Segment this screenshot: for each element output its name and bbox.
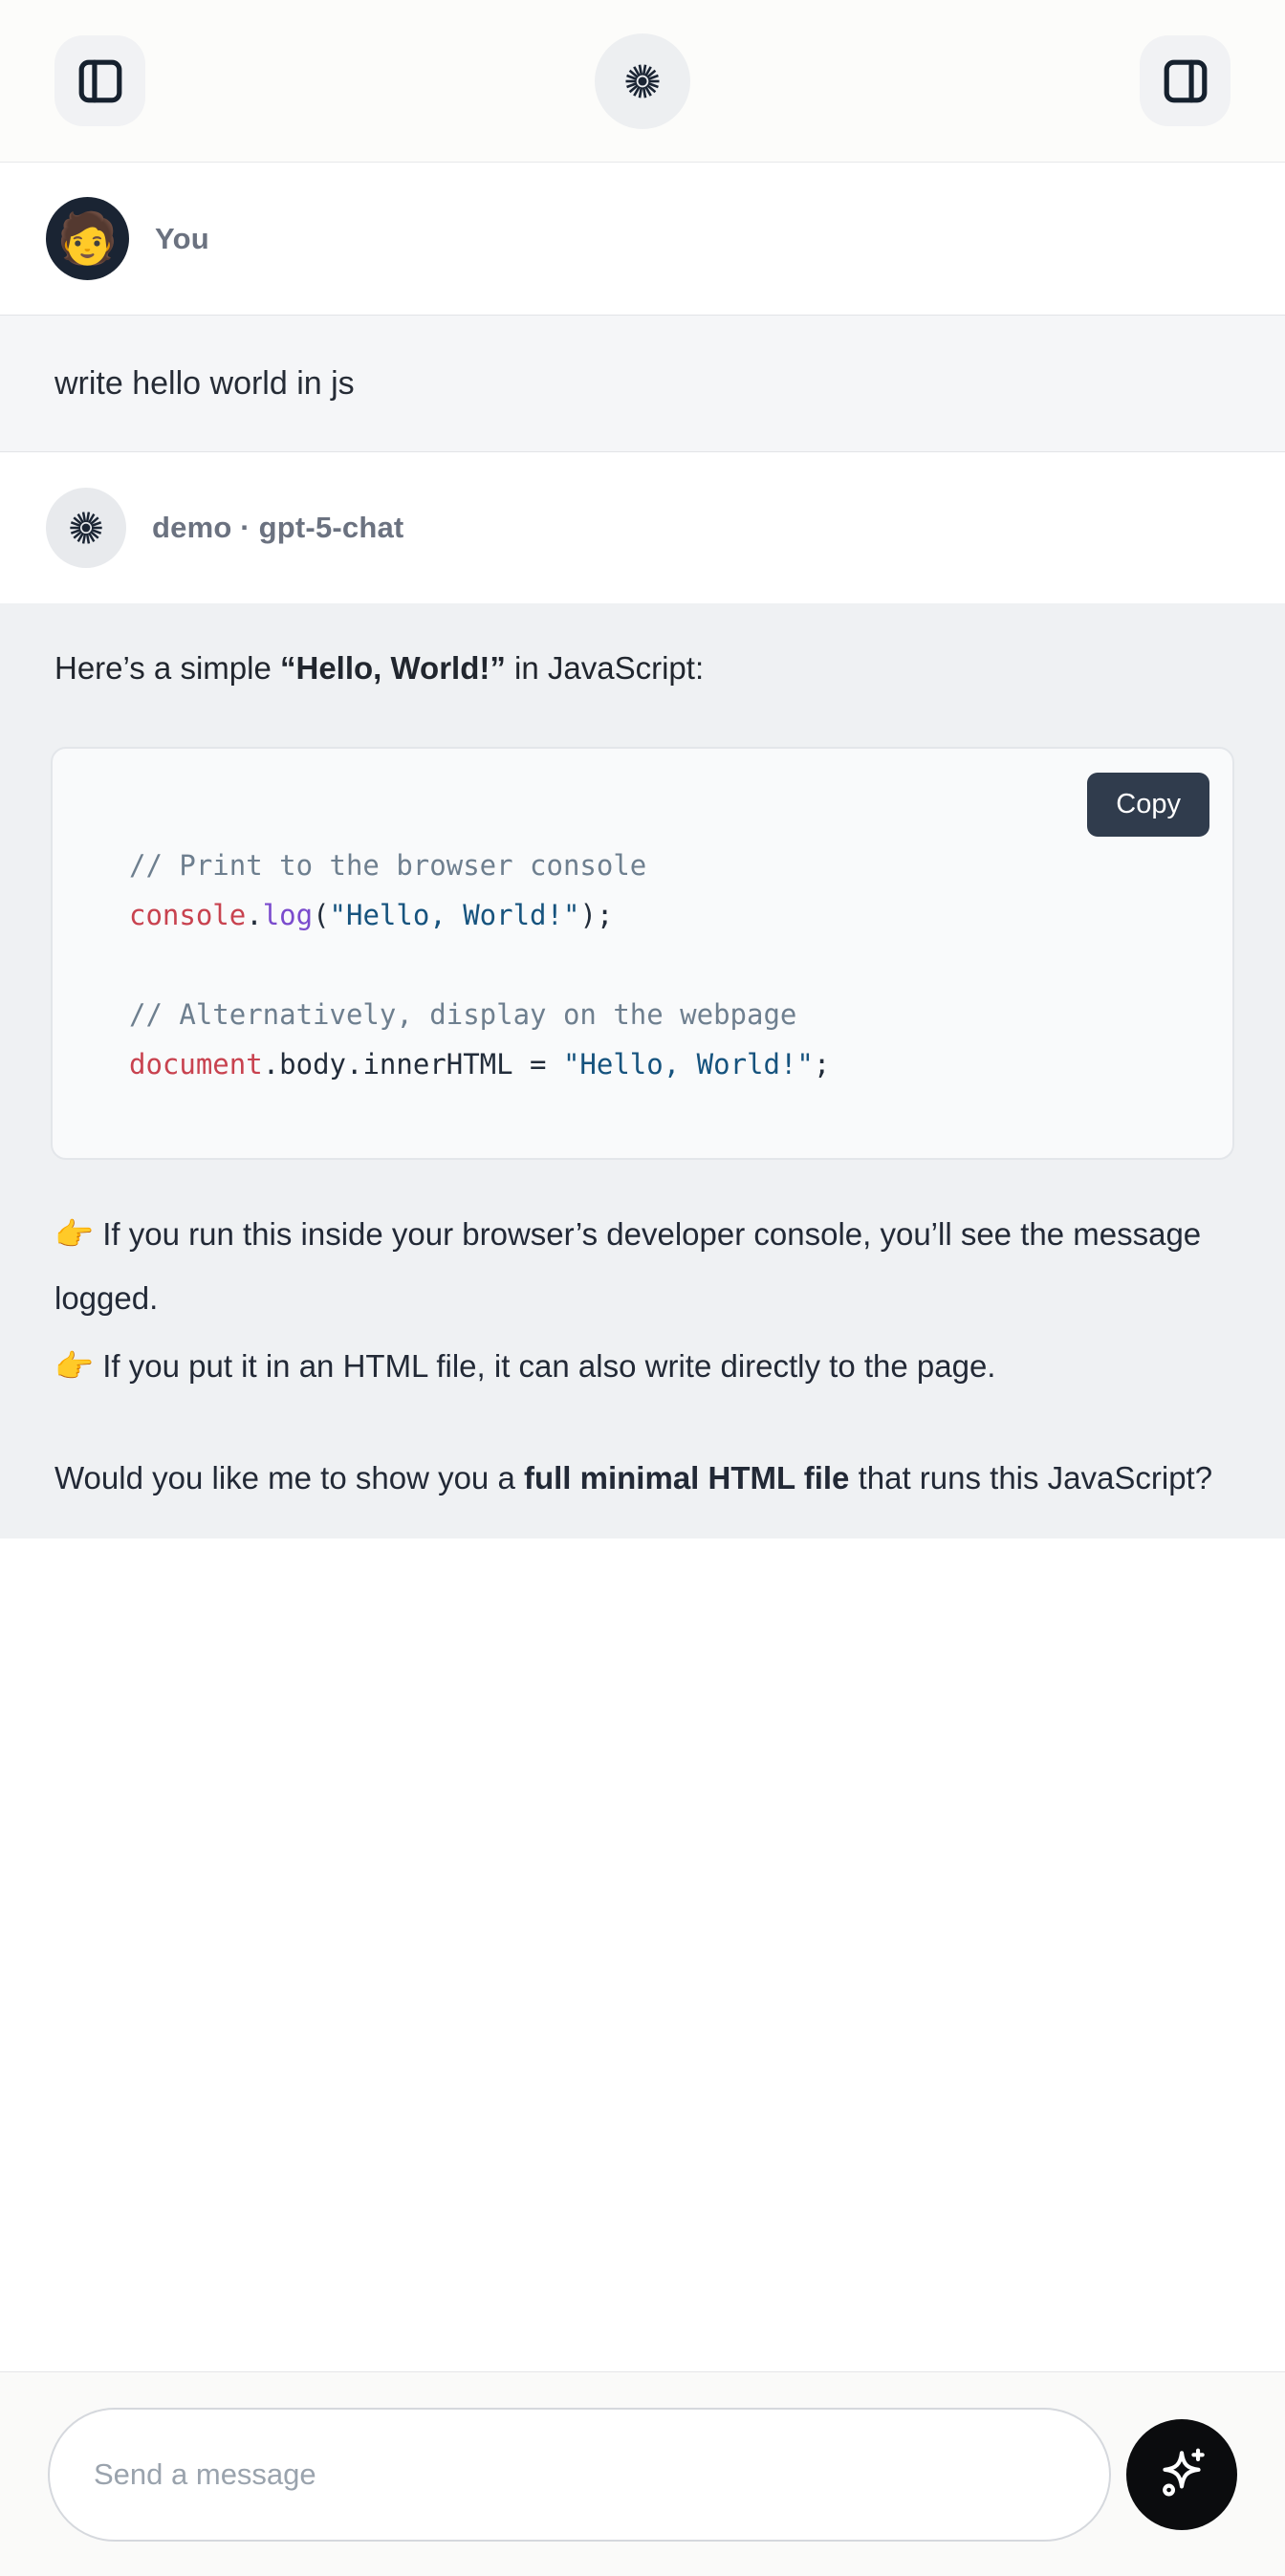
response-intro: Here’s a simple “Hello, World!” in JavaS… bbox=[54, 647, 1231, 689]
code-content: // Print to the browser consoleconsole.l… bbox=[53, 749, 1232, 1158]
top-bar bbox=[0, 0, 1285, 163]
response-paragraph: 👉 If you put it in an HTML file, it can … bbox=[54, 1334, 1231, 1398]
composer-bar bbox=[0, 2371, 1285, 2576]
message-input[interactable] bbox=[94, 2457, 1065, 2492]
user-message-text: write hello world in js bbox=[54, 364, 1231, 403]
user-message-header: 🧑 You bbox=[0, 163, 1285, 315]
message-input-pill bbox=[48, 2408, 1111, 2542]
response-paragraph: Would you like me to show you a full min… bbox=[54, 1446, 1231, 1510]
assistant-message: Here’s a simple “Hello, World!” in JavaS… bbox=[0, 603, 1285, 1539]
panel-right-icon bbox=[1160, 55, 1211, 107]
sidebar-toggle-button[interactable] bbox=[54, 35, 145, 126]
model-home-button[interactable] bbox=[595, 33, 690, 129]
starburst-icon bbox=[67, 509, 105, 547]
right-panel-toggle-button[interactable] bbox=[1140, 35, 1231, 126]
chat-app: 🧑 You write hello world in js demo · gpt… bbox=[0, 0, 1285, 2576]
assistant-message-header: demo · gpt-5-chat bbox=[0, 452, 1285, 603]
user-message: write hello world in js bbox=[0, 315, 1285, 452]
assistant-avatar bbox=[46, 488, 126, 568]
response-paragraphs: 👉 If you run this inside your browser’s … bbox=[51, 1202, 1234, 1510]
code-block: Copy // Print to the browser consolecons… bbox=[51, 747, 1234, 1160]
conversation: 🧑 You write hello world in js demo · gpt… bbox=[0, 163, 1285, 1539]
response-paragraph: 👉 If you run this inside your browser’s … bbox=[54, 1202, 1231, 1330]
user-avatar-emoji: 🧑 bbox=[56, 214, 119, 264]
user-sender-label: You bbox=[155, 222, 209, 256]
starburst-icon bbox=[622, 61, 663, 101]
user-avatar: 🧑 bbox=[46, 197, 129, 280]
panel-left-icon bbox=[75, 55, 126, 107]
copy-button[interactable]: Copy bbox=[1087, 773, 1209, 837]
sparkle-icon bbox=[1152, 2445, 1211, 2504]
assistant-sender-label: demo · gpt-5-chat bbox=[152, 511, 403, 545]
send-button[interactable] bbox=[1126, 2419, 1237, 2530]
